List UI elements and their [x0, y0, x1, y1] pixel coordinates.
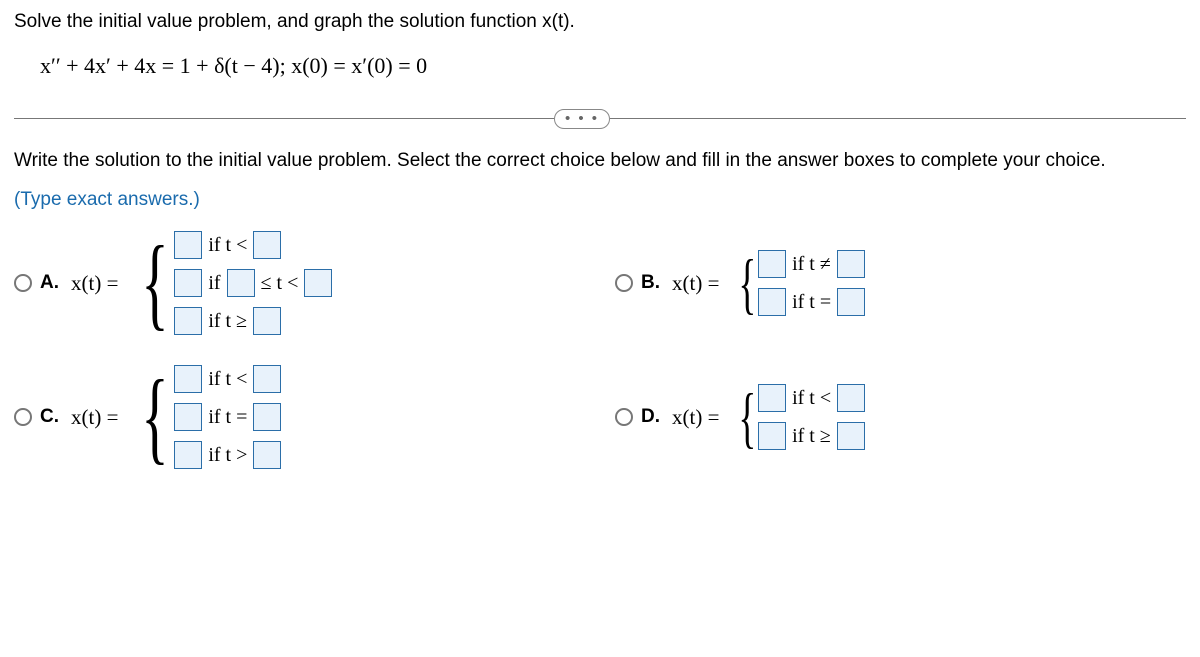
- case-c3: if t >: [174, 441, 281, 469]
- answer-box[interactable]: [253, 307, 281, 335]
- case-d1: if t <: [758, 384, 865, 412]
- divider-left: [14, 118, 554, 119]
- answer-box[interactable]: [837, 384, 865, 412]
- cond-text: if t =: [792, 291, 831, 314]
- answer-box[interactable]: [758, 288, 786, 316]
- answer-box[interactable]: [837, 288, 865, 316]
- radio-a[interactable]: [14, 274, 32, 292]
- answer-box[interactable]: [174, 403, 202, 431]
- case-d2: if t ≥: [758, 422, 865, 450]
- problem-statement: Solve the initial value problem, and gra…: [14, 8, 1186, 37]
- radio-c[interactable]: [14, 408, 32, 426]
- case-a2: if ≤ t <: [174, 269, 332, 297]
- answer-box[interactable]: [253, 441, 281, 469]
- answer-box[interactable]: [304, 269, 332, 297]
- choice-b: B. x(t) = { if t ≠ if t =: [615, 231, 1186, 335]
- piecewise-d: { if t < if t ≥: [731, 384, 865, 450]
- answer-box[interactable]: [253, 231, 281, 259]
- answer-box[interactable]: [174, 307, 202, 335]
- label-b: B.: [641, 272, 660, 294]
- cond-text: if t ≠: [792, 253, 831, 276]
- xt-eq-d: x(t) =: [672, 405, 719, 430]
- choices-grid: A. x(t) = { if t < if ≤ t <: [14, 231, 1186, 469]
- answer-box[interactable]: [227, 269, 255, 297]
- choice-d: D. x(t) = { if t < if t ≥: [615, 365, 1186, 469]
- brace-c: {: [142, 375, 169, 458]
- cond-text: if t <: [208, 234, 247, 257]
- piecewise-c: { if t < if t = if t >: [130, 365, 281, 469]
- case-c1: if t <: [174, 365, 281, 393]
- xt-eq-b: x(t) =: [672, 271, 719, 296]
- answer-box[interactable]: [174, 365, 202, 393]
- answer-box[interactable]: [837, 250, 865, 278]
- xt-eq-a: x(t) =: [71, 271, 118, 296]
- hint-text: (Type exact answers.): [14, 189, 1186, 211]
- cond-text: if t ≥: [792, 425, 831, 448]
- xt-eq-c: x(t) =: [71, 405, 118, 430]
- radio-d[interactable]: [615, 408, 633, 426]
- piecewise-b: { if t ≠ if t =: [731, 250, 865, 316]
- answer-box[interactable]: [253, 365, 281, 393]
- answer-box[interactable]: [758, 422, 786, 450]
- brace-b: {: [739, 256, 757, 310]
- divider-right: [610, 118, 1186, 119]
- brace-a: {: [142, 241, 169, 324]
- label-d: D.: [641, 406, 660, 428]
- choice-a: A. x(t) = { if t < if ≤ t <: [14, 231, 585, 335]
- cond-text: if t <: [792, 387, 831, 410]
- radio-b[interactable]: [615, 274, 633, 292]
- case-c2: if t =: [174, 403, 281, 431]
- answer-box[interactable]: [174, 231, 202, 259]
- case-b2: if t =: [758, 288, 865, 316]
- cond-text: if: [208, 272, 220, 295]
- cond-text: if t ≥: [208, 310, 247, 333]
- answer-box[interactable]: [174, 441, 202, 469]
- cond-text: if t =: [208, 406, 247, 429]
- choice-c: C. x(t) = { if t < if t = if t >: [14, 365, 585, 469]
- brace-d: {: [739, 390, 757, 444]
- instruction-text: Write the solution to the initial value …: [14, 147, 1186, 176]
- cond-text: if t <: [208, 368, 247, 391]
- label-c: C.: [40, 406, 59, 428]
- cond-text: if t >: [208, 444, 247, 467]
- piecewise-a: { if t < if ≤ t < if t ≥: [130, 231, 332, 335]
- case-a1: if t <: [174, 231, 332, 259]
- ellipsis-capsule[interactable]: • • •: [554, 109, 610, 129]
- answer-box[interactable]: [758, 384, 786, 412]
- answer-box[interactable]: [174, 269, 202, 297]
- label-a: A.: [40, 272, 59, 294]
- answer-box[interactable]: [253, 403, 281, 431]
- answer-box[interactable]: [837, 422, 865, 450]
- problem-equation: x′′ + 4x′ + 4x = 1 + δ(t − 4); x(0) = x′…: [14, 53, 1186, 79]
- answer-box[interactable]: [758, 250, 786, 278]
- cond-text: ≤ t <: [261, 272, 299, 295]
- section-divider: • • •: [14, 109, 1186, 129]
- case-a3: if t ≥: [174, 307, 332, 335]
- case-b1: if t ≠: [758, 250, 865, 278]
